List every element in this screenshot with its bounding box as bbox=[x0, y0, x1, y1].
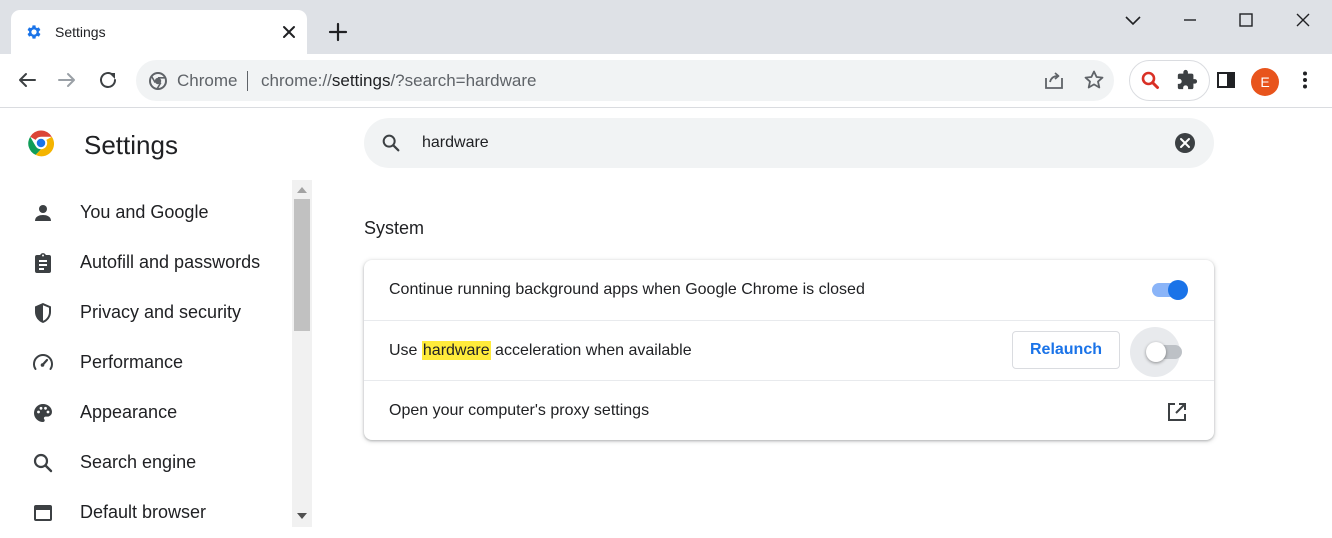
sidebar-item-label: Default browser bbox=[80, 502, 207, 522]
tab-settings[interactable]: Settings bbox=[11, 10, 307, 54]
reload-icon[interactable] bbox=[96, 68, 120, 92]
hardware-acceleration-toggle[interactable] bbox=[1146, 340, 1186, 364]
scroll-down-arrow-icon[interactable] bbox=[297, 512, 307, 520]
shield-icon bbox=[35, 303, 51, 323]
sidebar-item-autofill[interactable]: Autofill and passwords bbox=[0, 238, 292, 288]
page-title: Settings bbox=[84, 130, 178, 160]
search-icon bbox=[382, 134, 400, 152]
toggle-knob bbox=[1168, 280, 1188, 300]
person-icon bbox=[35, 205, 51, 221]
sidebar-item-performance[interactable]: Performance bbox=[0, 338, 292, 388]
scroll-thumb[interactable] bbox=[294, 199, 310, 331]
browser-icon bbox=[34, 505, 52, 521]
background-apps-toggle[interactable] bbox=[1150, 278, 1190, 302]
sidebar-item-search-engine[interactable]: Search engine bbox=[0, 438, 292, 488]
sidebar-item-appearance[interactable]: Appearance bbox=[0, 388, 292, 438]
scroll-up-arrow-icon[interactable] bbox=[297, 186, 307, 194]
chrome-site-icon[interactable] bbox=[148, 71, 168, 91]
extension-group bbox=[1129, 60, 1210, 101]
label-suffix: acceleration when available bbox=[490, 342, 692, 359]
sidebar-scrollbar[interactable] bbox=[292, 180, 312, 527]
profile-avatar[interactable]: E bbox=[1251, 68, 1279, 96]
tab-close-icon[interactable] bbox=[279, 22, 299, 42]
sidebar-item-label: Appearance bbox=[80, 402, 178, 422]
palette-icon bbox=[34, 404, 52, 422]
url-path: /?search=hardware bbox=[390, 71, 537, 90]
proxy-settings-label: Open your computer's proxy settings bbox=[389, 402, 650, 419]
settings-search-input[interactable]: hardware bbox=[364, 118, 1214, 168]
side-panel-icon[interactable] bbox=[1214, 68, 1238, 92]
gear-icon bbox=[27, 25, 41, 39]
clear-search-icon[interactable] bbox=[1174, 132, 1196, 154]
sidebar-item-default-browser[interactable]: Default browser bbox=[0, 488, 292, 538]
section-title: System bbox=[364, 218, 425, 238]
minimize-icon[interactable] bbox=[1178, 8, 1202, 32]
sidebar-item-label: You and Google bbox=[80, 202, 209, 222]
search-extension-icon[interactable] bbox=[1139, 69, 1161, 91]
omnibox-chip: Chrome bbox=[177, 71, 238, 90]
clipboard-icon bbox=[35, 253, 51, 273]
system-settings-card: Continue running background apps when Go… bbox=[364, 260, 1214, 440]
url-scheme: chrome:// bbox=[261, 71, 332, 90]
relaunch-button[interactable]: Relaunch bbox=[1012, 331, 1120, 369]
sidebar-item-label: Privacy and security bbox=[80, 302, 242, 322]
browser-toolbar: Chrome chrome://settings/?search=hardwar… bbox=[0, 54, 1332, 108]
tab-strip: Settings bbox=[0, 0, 1332, 54]
maximize-icon[interactable] bbox=[1234, 8, 1258, 32]
new-tab-plus-icon[interactable] bbox=[326, 20, 350, 44]
background-apps-row[interactable]: Continue running background apps when Go… bbox=[364, 260, 1214, 320]
url-host: settings bbox=[331, 71, 391, 90]
omnibox-separator bbox=[247, 71, 248, 91]
share-icon[interactable] bbox=[1043, 69, 1065, 91]
window-close-icon[interactable] bbox=[1291, 8, 1315, 32]
toggle-knob bbox=[1146, 342, 1166, 362]
speedometer-icon bbox=[33, 354, 53, 370]
puzzle-extensions-icon[interactable] bbox=[1176, 69, 1198, 91]
label-prefix: Use bbox=[389, 342, 422, 359]
address-bar[interactable]: Chrome chrome://settings/?search=hardwar… bbox=[136, 60, 1114, 101]
chrome-logo-icon bbox=[28, 130, 55, 157]
search-icon bbox=[33, 453, 53, 473]
bookmark-star-icon[interactable] bbox=[1083, 69, 1105, 91]
sidebar-item-label: Performance bbox=[80, 352, 184, 372]
sidebar-item-privacy[interactable]: Privacy and security bbox=[0, 288, 292, 338]
chevron-down-icon[interactable] bbox=[1121, 8, 1145, 32]
background-apps-label: Continue running background apps when Go… bbox=[389, 281, 865, 298]
url-text[interactable]: chrome://settings/?search=hardware bbox=[261, 71, 536, 91]
sidebar-item-label: Search engine bbox=[80, 452, 197, 472]
search-highlight: hardware bbox=[421, 341, 491, 360]
more-vert-icon[interactable] bbox=[1293, 68, 1317, 92]
back-arrow-icon[interactable] bbox=[15, 68, 39, 92]
open-external-icon[interactable] bbox=[1165, 400, 1189, 424]
search-query[interactable]: hardware bbox=[422, 134, 489, 152]
hardware-acceleration-label: Use hardware acceleration when available bbox=[389, 341, 692, 360]
forward-arrow-icon[interactable] bbox=[55, 68, 79, 92]
sidebar-item-you-and-google[interactable]: You and Google bbox=[0, 188, 292, 238]
tab-title: Settings bbox=[55, 24, 106, 40]
hardware-acceleration-row[interactable]: Use hardware acceleration when available… bbox=[364, 320, 1214, 381]
sidebar-item-label: Autofill and passwords bbox=[80, 252, 261, 272]
settings-sidebar: You and Google Autofill and passwords Pr… bbox=[0, 180, 292, 527]
proxy-settings-row[interactable]: Open your computer's proxy settings bbox=[364, 380, 1214, 441]
